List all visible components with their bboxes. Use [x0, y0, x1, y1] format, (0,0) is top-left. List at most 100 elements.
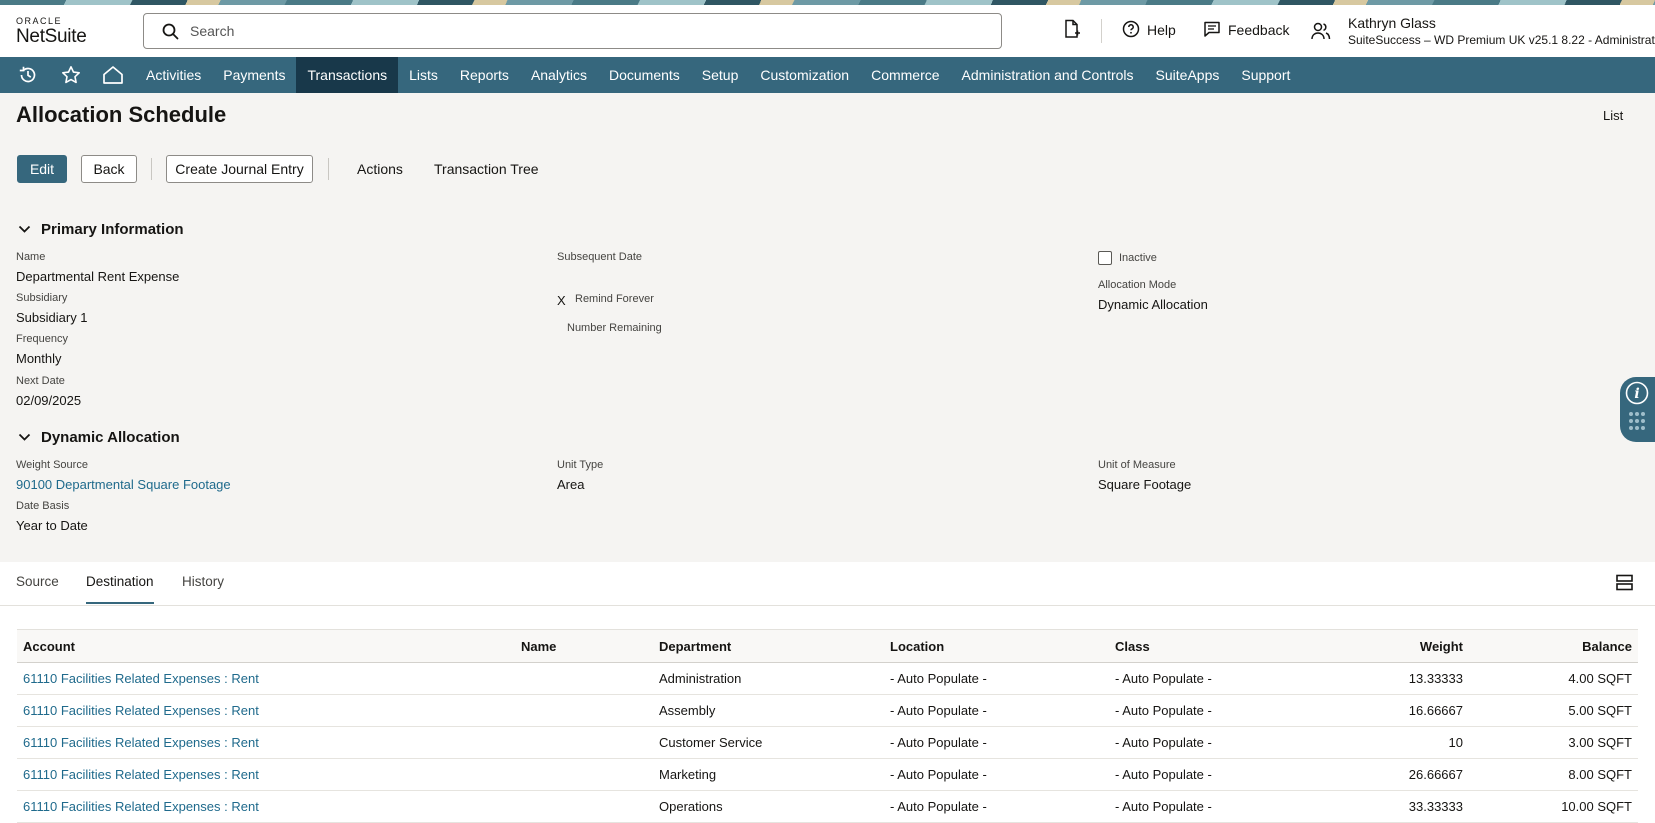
nav-item-reports[interactable]: Reports	[449, 57, 520, 93]
search-input[interactable]	[190, 22, 970, 40]
netsuite-logo[interactable]: ORACLE NetSuite	[16, 16, 87, 48]
feedback-label: Feedback	[1228, 22, 1290, 38]
nav-item-transactions[interactable]: Transactions	[296, 57, 399, 93]
weight-cell: 16.66667	[1289, 694, 1469, 727]
nav-menu-items: Activities Payments Transactions Lists R…	[135, 57, 1301, 93]
help-button[interactable]: Help	[1122, 17, 1176, 43]
svg-text:i: i	[1634, 386, 1639, 402]
unit-of-measure-label: Unit of Measure	[1098, 459, 1176, 471]
weight-source-link[interactable]: 90100 Departmental Square Footage	[16, 477, 231, 492]
actions-menu-button[interactable]: Actions	[357, 161, 403, 177]
column-header-location[interactable]: Location	[884, 629, 1109, 663]
account-link[interactable]: 61110 Facilities Related Expenses : Rent	[23, 799, 259, 814]
recent-records-button[interactable]	[1063, 17, 1081, 43]
tab-history[interactable]: History	[182, 574, 224, 589]
location-cell: - Auto Populate -	[884, 790, 1109, 823]
location-cell: - Auto Populate -	[884, 726, 1109, 759]
inactive-checkbox[interactable]	[1098, 251, 1112, 265]
info-icon[interactable]: i	[1624, 380, 1650, 411]
department-cell: Assembly	[653, 694, 884, 727]
location-cell: - Auto Populate -	[884, 758, 1109, 791]
nav-item-customization[interactable]: Customization	[749, 57, 860, 93]
tab-destination[interactable]: Destination	[86, 574, 154, 589]
header-divider	[1101, 19, 1102, 43]
account-cell[interactable]: 61110 Facilities Related Expenses : Rent	[17, 758, 515, 791]
recent-history-icon[interactable]	[16, 63, 40, 87]
weight-cell: 13.33333	[1289, 662, 1469, 695]
oracle-wordmark: ORACLE	[16, 16, 63, 26]
number-remaining-label: Number Remaining	[567, 322, 662, 334]
nav-item-suiteapps[interactable]: SuiteApps	[1145, 57, 1231, 93]
class-cell: - Auto Populate -	[1109, 662, 1289, 695]
account-link[interactable]: 61110 Facilities Related Expenses : Rent	[23, 671, 259, 686]
nav-item-payments[interactable]: Payments	[212, 57, 296, 93]
name-cell	[515, 662, 653, 695]
page-title: Allocation Schedule	[16, 102, 227, 127]
nav-item-setup[interactable]: Setup	[691, 57, 750, 93]
date-basis-value: Year to Date	[16, 518, 88, 533]
account-cell[interactable]: 61110 Facilities Related Expenses : Rent	[17, 694, 515, 727]
nav-item-activities[interactable]: Activities	[135, 57, 212, 93]
primary-information-header[interactable]: Primary Information	[18, 221, 184, 238]
table-row: 61110 Facilities Related Expenses : Rent…	[17, 726, 1638, 759]
feedback-button[interactable]: Feedback	[1203, 17, 1289, 43]
column-header-account[interactable]: Account	[17, 629, 515, 663]
primary-information-title: Primary Information	[41, 221, 184, 238]
nav-item-lists[interactable]: Lists	[398, 57, 449, 93]
date-basis-label: Date Basis	[16, 500, 70, 512]
account-link[interactable]: 61110 Facilities Related Expenses : Rent	[23, 703, 259, 718]
home-icon[interactable]	[101, 63, 125, 87]
nav-item-analytics[interactable]: Analytics	[520, 57, 598, 93]
users-icon	[1311, 22, 1331, 45]
transaction-tree-button[interactable]: Transaction Tree	[434, 161, 539, 177]
balance-cell: 10.00 SQFT	[1469, 790, 1638, 823]
action-divider	[151, 158, 152, 180]
side-info-panel[interactable]: i	[1620, 377, 1655, 442]
table-row: 61110 Facilities Related Expenses : Rent…	[17, 662, 1638, 695]
column-header-balance[interactable]: Balance	[1469, 629, 1638, 663]
chevron-down-icon	[18, 429, 31, 446]
sublist-area: Source Destination History Account Name …	[0, 562, 1655, 823]
grid-dots-icon[interactable]	[1628, 411, 1646, 436]
user-role: SuiteSuccess – WD Premium UK v25.1 8.22 …	[1348, 33, 1655, 47]
global-search[interactable]	[143, 13, 1002, 49]
list-link[interactable]: List	[1603, 108, 1623, 123]
table-header-row: Account Name Department Location Class W…	[17, 629, 1638, 663]
column-header-department[interactable]: Department	[653, 629, 884, 663]
global-header: ORACLE NetSuite Help Feedback Kathryn Gl…	[0, 5, 1655, 57]
subsidiary-label: Subsidiary	[16, 292, 68, 304]
dynamic-allocation-header[interactable]: Dynamic Allocation	[18, 429, 180, 446]
unit-type-value: Area	[557, 477, 585, 492]
name-value: Departmental Rent Expense	[16, 269, 180, 284]
nav-item-commerce[interactable]: Commerce	[860, 57, 950, 93]
account-cell[interactable]: 61110 Facilities Related Expenses : Rent	[17, 662, 515, 695]
table-row: 61110 Facilities Related Expenses : Rent…	[17, 758, 1638, 791]
column-header-weight[interactable]: Weight	[1289, 629, 1469, 663]
nav-item-support[interactable]: Support	[1230, 57, 1301, 93]
create-journal-entry-button[interactable]: Create Journal Entry	[166, 155, 313, 183]
account-cell[interactable]: 61110 Facilities Related Expenses : Rent	[17, 726, 515, 759]
subsequent-date-label: Subsequent Date	[557, 251, 643, 263]
feedback-icon	[1203, 20, 1221, 41]
table-layout-icon[interactable]	[1616, 574, 1633, 596]
class-cell: - Auto Populate -	[1109, 694, 1289, 727]
nav-item-documents[interactable]: Documents	[598, 57, 691, 93]
back-button[interactable]: Back	[81, 155, 137, 183]
column-header-name[interactable]: Name	[515, 629, 653, 663]
column-header-class[interactable]: Class	[1109, 629, 1289, 663]
tab-source[interactable]: Source	[16, 574, 59, 589]
allocation-mode-value: Dynamic Allocation	[1098, 297, 1208, 312]
chevron-down-icon	[18, 221, 31, 238]
weight-cell: 26.66667	[1289, 758, 1469, 791]
name-cell	[515, 694, 653, 727]
netsuite-wordmark: NetSuite	[16, 26, 87, 47]
location-cell: - Auto Populate -	[884, 662, 1109, 695]
favorites-star-icon[interactable]	[59, 63, 83, 87]
account-link[interactable]: 61110 Facilities Related Expenses : Rent	[23, 735, 259, 750]
nav-item-administration-and-controls[interactable]: Administration and Controls	[951, 57, 1145, 93]
location-cell: - Auto Populate -	[884, 694, 1109, 727]
edit-button[interactable]: Edit	[17, 155, 67, 183]
account-cell[interactable]: 61110 Facilities Related Expenses : Rent	[17, 790, 515, 823]
account-link[interactable]: 61110 Facilities Related Expenses : Rent	[23, 767, 259, 782]
frequency-label: Frequency	[16, 333, 68, 345]
